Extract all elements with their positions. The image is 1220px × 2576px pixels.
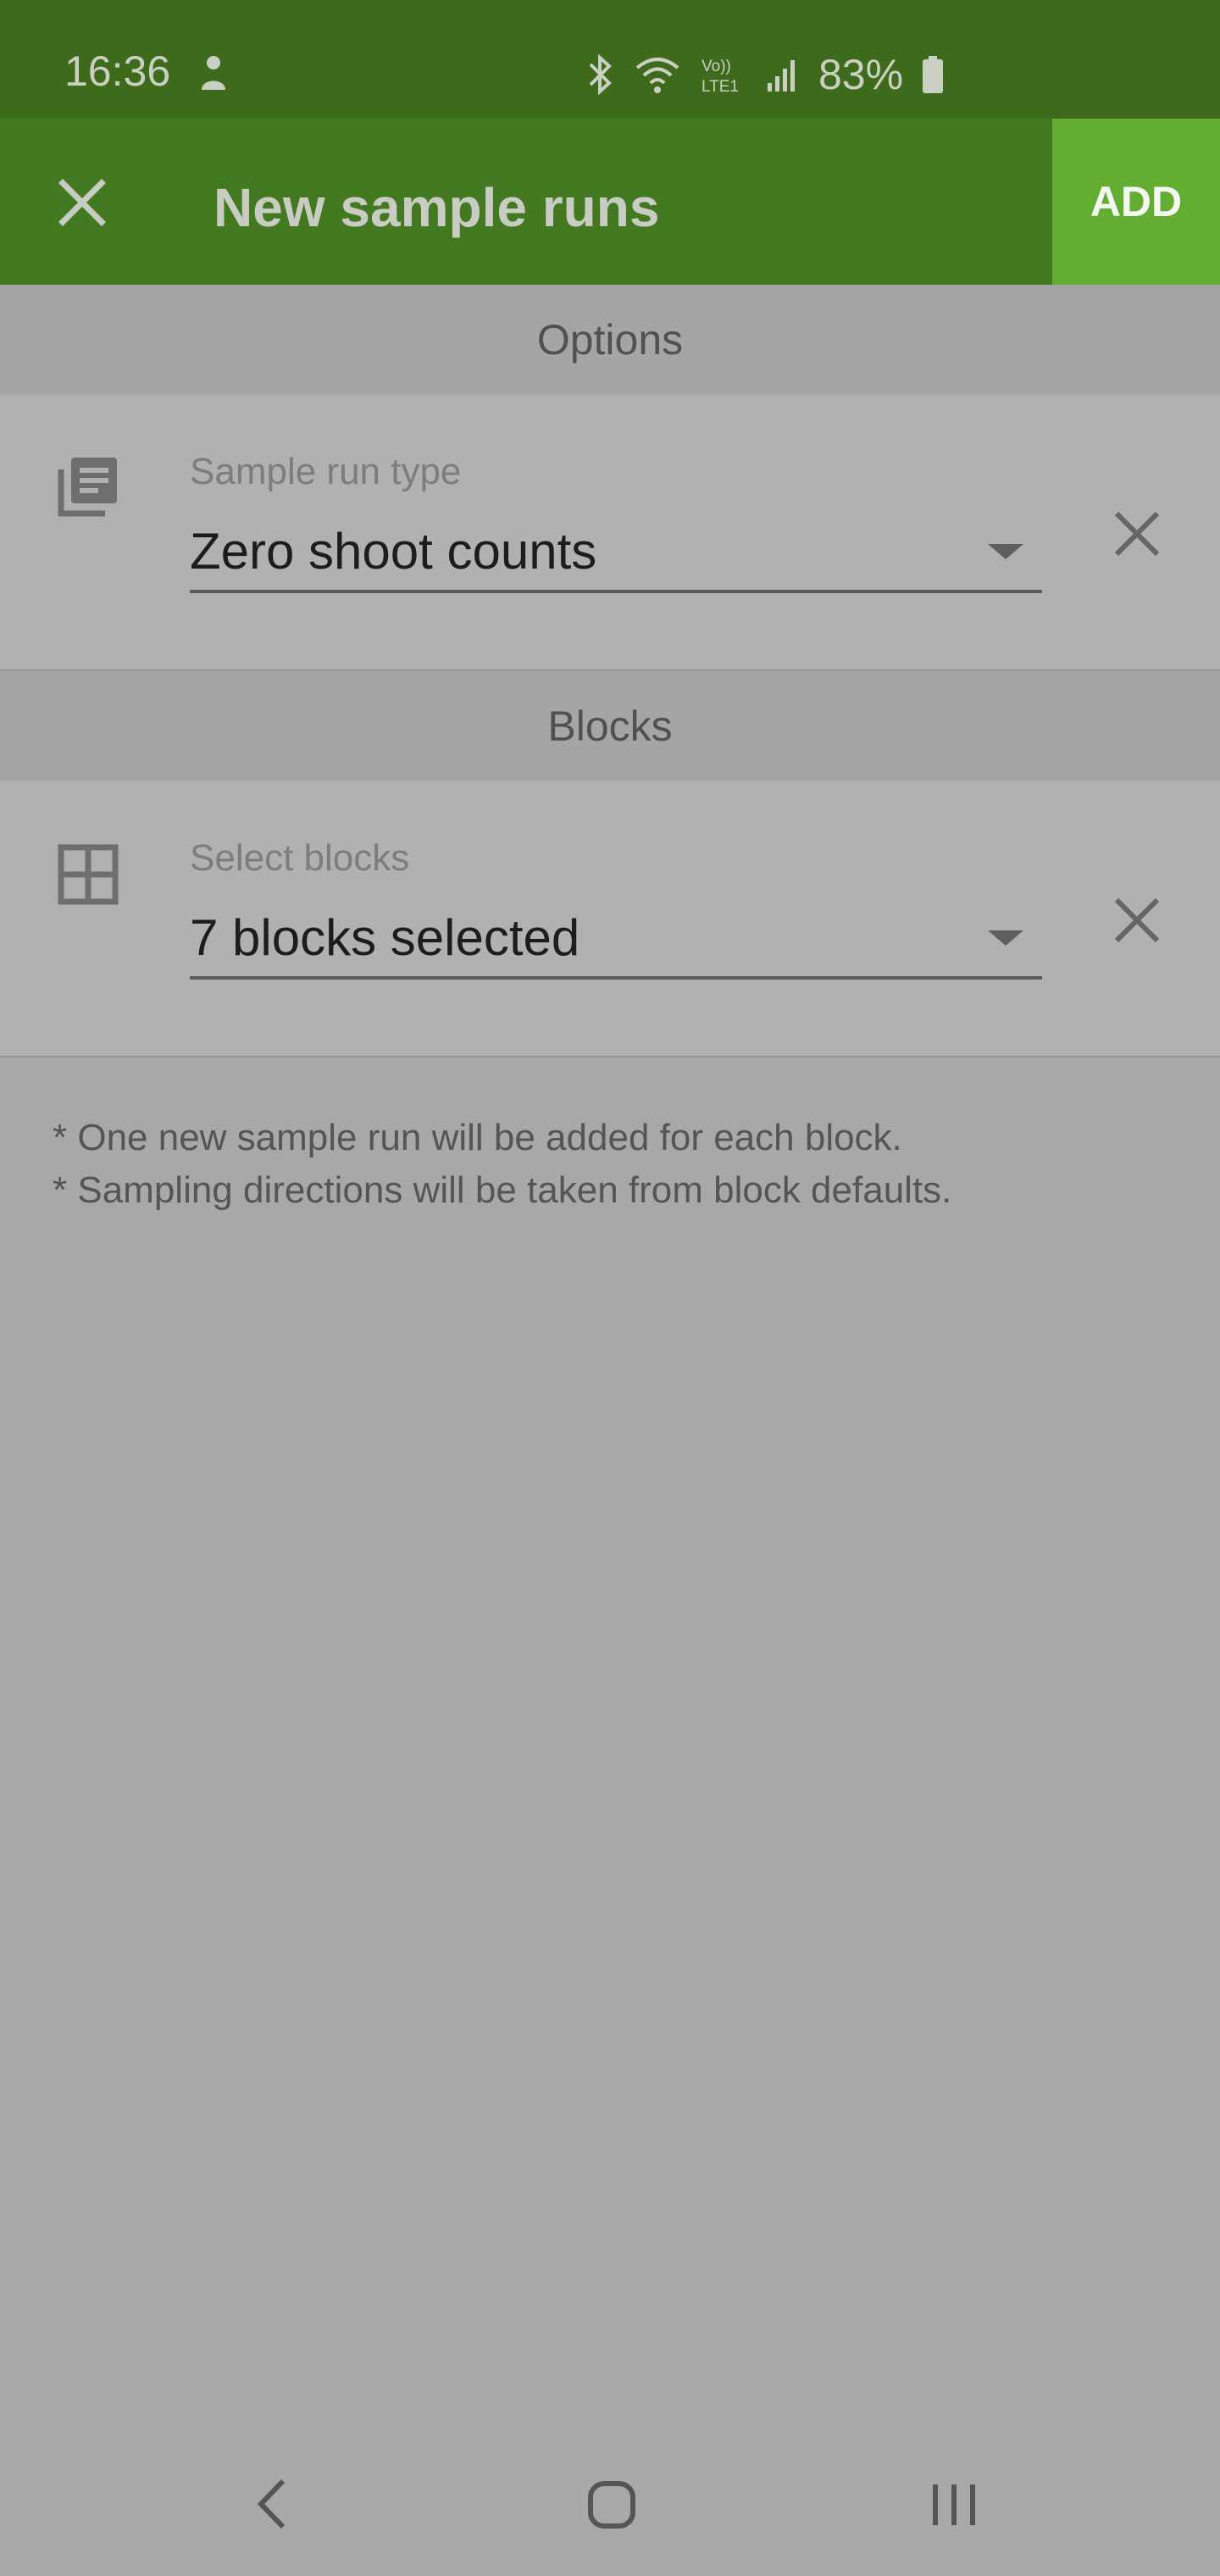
- status-bar: 16:36 Vo)) LTE1 83%: [0, 0, 1220, 119]
- sample-run-type-select[interactable]: Zero shoot counts: [190, 522, 596, 580]
- status-icons: Vo)) LTE1 83%: [586, 51, 944, 98]
- select-blocks-row: Select blocks 7 blocks selected: [0, 781, 1220, 1058]
- back-icon[interactable]: [251, 2476, 293, 2532]
- battery-icon: [923, 56, 944, 93]
- chevron-down-icon[interactable]: [984, 929, 1027, 947]
- options-section-header: Options: [0, 285, 1220, 395]
- close-icon[interactable]: [54, 175, 110, 230]
- blocks-section-header: Blocks: [0, 671, 1220, 781]
- clear-blocks-icon[interactable]: [1110, 893, 1164, 947]
- note-one-per-block: * One new sample run will be added for e…: [53, 1117, 902, 1158]
- library-books-icon: [58, 458, 117, 517]
- select-blocks-underline: [190, 976, 1042, 980]
- add-button[interactable]: ADD: [1052, 119, 1220, 285]
- clear-sample-run-type-icon[interactable]: [1110, 507, 1164, 561]
- page-title: New sample runs: [214, 177, 660, 238]
- person-icon: [202, 56, 225, 90]
- grid-icon: [58, 844, 119, 905]
- bluetooth-icon: [589, 53, 612, 96]
- select-blocks-select[interactable]: 7 blocks selected: [190, 908, 580, 967]
- svg-text:LTE1: LTE1: [702, 78, 739, 95]
- recent-apps-icon[interactable]: [929, 2481, 979, 2529]
- chevron-down-icon[interactable]: [984, 542, 1027, 561]
- signal-icon: [768, 60, 795, 92]
- status-time: 16:36: [64, 47, 171, 95]
- home-icon[interactable]: [586, 2479, 637, 2530]
- note-sampling-directions: * Sampling directions will be taken from…: [53, 1169, 952, 1211]
- volte-icon: Vo)) LTE1: [702, 58, 739, 95]
- select-blocks-label: Select blocks: [190, 837, 410, 879]
- wifi-icon: [635, 58, 679, 93]
- sample-run-type-row: Sample run type Zero shoot counts: [0, 395, 1220, 671]
- svg-text:Vo)): Vo)): [702, 58, 731, 75]
- sample-run-type-label: Sample run type: [190, 451, 462, 492]
- sample-run-type-underline: [190, 590, 1042, 593]
- battery-percentage: 83%: [818, 51, 904, 98]
